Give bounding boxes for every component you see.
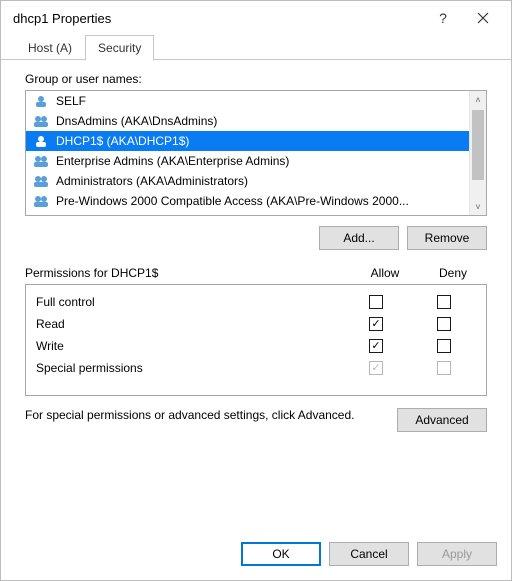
principal-name: DnsAdmins (AKA\DnsAdmins)	[56, 114, 217, 128]
permission-row: Read	[36, 313, 478, 335]
chevron-down-icon: ˅	[475, 202, 480, 212]
group-icon	[32, 174, 50, 188]
apply-button[interactable]: Apply	[417, 542, 497, 566]
principal-name: DHCP1$ (AKA\DHCP1$)	[56, 134, 189, 148]
allow-column-header: Allow	[351, 266, 419, 280]
principal-row[interactable]: Enterprise Admins (AKA\Enterprise Admins…	[26, 151, 469, 171]
permission-name: Write	[36, 339, 342, 353]
principal-name: Pre-Windows 2000 Compatible Access (AKA\…	[56, 194, 409, 208]
group-icon	[32, 114, 50, 128]
user-icon	[32, 134, 50, 148]
scroll-up-button[interactable]: ˄	[470, 91, 486, 108]
permission-row: Special permissions	[36, 357, 478, 379]
scroll-down-button[interactable]: ˅	[470, 198, 486, 215]
properties-dialog: dhcp1 Properties ? Host (A)Security Grou…	[0, 0, 512, 581]
groups-label: Group or user names:	[25, 72, 487, 86]
tab-bar: Host (A)Security	[1, 35, 511, 60]
ok-button[interactable]: OK	[241, 542, 321, 566]
principal-row[interactable]: DHCP1$ (AKA\DHCP1$)	[26, 131, 469, 151]
permissions-title: Permissions for DHCP1$	[25, 266, 351, 280]
principal-row[interactable]: Pre-Windows 2000 Compatible Access (AKA\…	[26, 191, 469, 211]
dialog-buttons: OK Cancel Apply	[1, 530, 511, 580]
allow-checkbox[interactable]	[369, 339, 383, 353]
permission-name: Full control	[36, 295, 342, 309]
tab-security[interactable]: Security	[85, 35, 154, 61]
principal-row[interactable]: DnsAdmins (AKA\DnsAdmins)	[26, 111, 469, 131]
principal-name: Enterprise Admins (AKA\Enterprise Admins…	[56, 154, 289, 168]
remove-button[interactable]: Remove	[407, 226, 487, 250]
principal-row[interactable]: SELF	[26, 91, 469, 111]
principal-name: Administrators (AKA\Administrators)	[56, 174, 248, 188]
close-icon	[477, 12, 489, 24]
tab-host-a-[interactable]: Host (A)	[15, 35, 85, 60]
allow-checkbox	[369, 361, 383, 375]
advanced-button[interactable]: Advanced	[397, 408, 487, 432]
security-panel: Group or user names: SELF DnsAdmins (AKA\…	[15, 60, 497, 530]
titlebar: dhcp1 Properties ?	[1, 1, 511, 35]
allow-checkbox[interactable]	[369, 295, 383, 309]
deny-checkbox	[437, 361, 451, 375]
principal-name: SELF	[56, 94, 86, 108]
scroll-thumb[interactable]	[472, 110, 484, 180]
permission-row: Full control	[36, 291, 478, 313]
deny-checkbox[interactable]	[437, 295, 451, 309]
group-icon	[32, 194, 50, 208]
permission-name: Read	[36, 317, 342, 331]
help-button[interactable]: ?	[423, 4, 463, 32]
deny-checkbox[interactable]	[437, 317, 451, 331]
advanced-hint: For special permissions or advanced sett…	[25, 408, 381, 422]
window-title: dhcp1 Properties	[13, 11, 423, 26]
help-icon: ?	[439, 10, 447, 26]
permissions-header: Permissions for DHCP1$ Allow Deny	[25, 266, 487, 280]
group-icon	[32, 154, 50, 168]
add-button[interactable]: Add...	[319, 226, 399, 250]
deny-checkbox[interactable]	[437, 339, 451, 353]
chevron-up-icon: ˄	[475, 95, 480, 105]
deny-column-header: Deny	[419, 266, 487, 280]
user-icon	[32, 94, 50, 108]
allow-checkbox[interactable]	[369, 317, 383, 331]
permission-name: Special permissions	[36, 361, 342, 375]
scrollbar[interactable]: ˄ ˅	[469, 91, 486, 215]
permission-row: Write	[36, 335, 478, 357]
principal-row[interactable]: Administrators (AKA\Administrators)	[26, 171, 469, 191]
cancel-button[interactable]: Cancel	[329, 542, 409, 566]
close-button[interactable]	[463, 4, 503, 32]
permissions-list: Full control Read Write Special permissions	[25, 284, 487, 396]
scroll-track[interactable]	[470, 108, 486, 198]
principals-listbox[interactable]: SELF DnsAdmins (AKA\DnsAdmins) DHCP1$ (AKA…	[25, 90, 487, 216]
